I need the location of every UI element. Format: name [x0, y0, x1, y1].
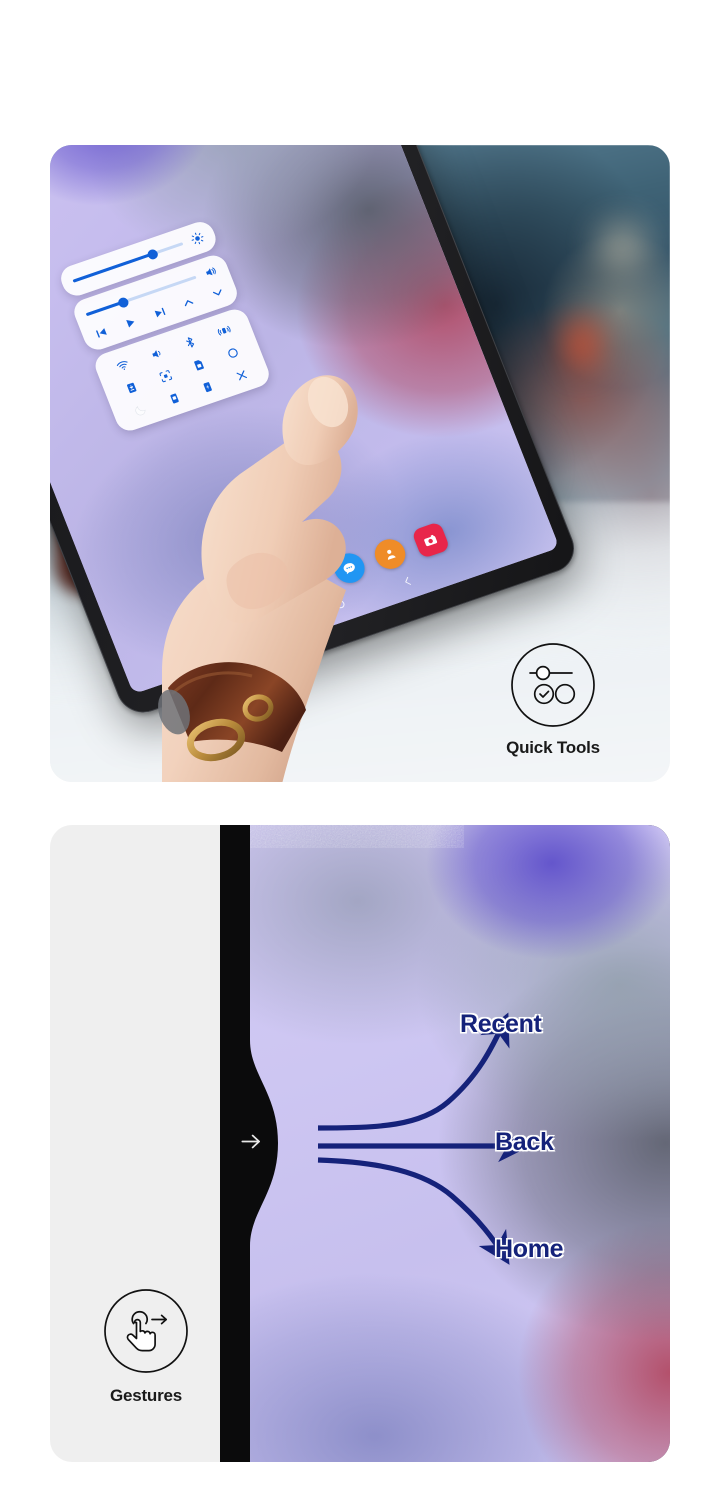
close-icon[interactable] — [233, 367, 250, 383]
tablet-left-edge — [220, 825, 232, 1462]
chevron-up-icon[interactable] — [180, 295, 197, 311]
sound-icon[interactable] — [148, 346, 165, 362]
download-icon[interactable] — [123, 380, 140, 396]
wifi-icon[interactable] — [115, 357, 132, 373]
play-icon[interactable] — [122, 315, 139, 331]
volume-icon — [202, 264, 219, 280]
wallpaper-gestures — [248, 825, 670, 1462]
brightness-slider-knob[interactable] — [145, 247, 159, 261]
swipe-hand-icon — [104, 1289, 188, 1373]
wallpaper-grain-texture-2 — [248, 825, 464, 848]
sim-card-icon[interactable] — [191, 357, 208, 373]
screenshot-icon[interactable] — [157, 368, 174, 384]
traffic-light-blur — [564, 316, 599, 371]
product-feature-page: 12:45 — [0, 0, 720, 1506]
storefront-light-blur — [595, 221, 648, 270]
screen-record-icon[interactable] — [166, 390, 183, 406]
tablet-screen-gestures — [248, 825, 670, 1462]
quick-tools-panel-card: 12:45 — [50, 145, 670, 782]
vibrate-icon[interactable] — [215, 323, 232, 339]
gesture-label-back: Back — [495, 1128, 554, 1156]
chevron-down-icon[interactable] — [209, 285, 226, 301]
bluetooth-icon[interactable] — [182, 334, 199, 350]
volume-slider-knob[interactable] — [117, 295, 131, 309]
gestures-badge: Gestures — [78, 1288, 214, 1406]
circle-icon[interactable] — [224, 345, 241, 361]
quick-tools-badge: Quick Tools — [468, 642, 638, 758]
gesture-label-home: Home — [495, 1235, 564, 1263]
tablet-right-portion — [220, 825, 670, 1462]
swipe-right-arrow-icon — [238, 1128, 264, 1159]
next-track-icon[interactable] — [151, 305, 168, 321]
gestures-badge-label: Gestures — [109, 1386, 183, 1405]
gesture-label-recent: Recent — [460, 1010, 542, 1038]
quick-tools-icon — [511, 643, 595, 727]
brightness-icon — [189, 230, 206, 246]
dark-mode-icon[interactable] — [132, 402, 149, 418]
quick-tools-badge-label: Quick Tools — [506, 738, 600, 757]
previous-track-icon[interactable] — [93, 325, 110, 341]
device-care-icon[interactable] — [199, 379, 216, 395]
